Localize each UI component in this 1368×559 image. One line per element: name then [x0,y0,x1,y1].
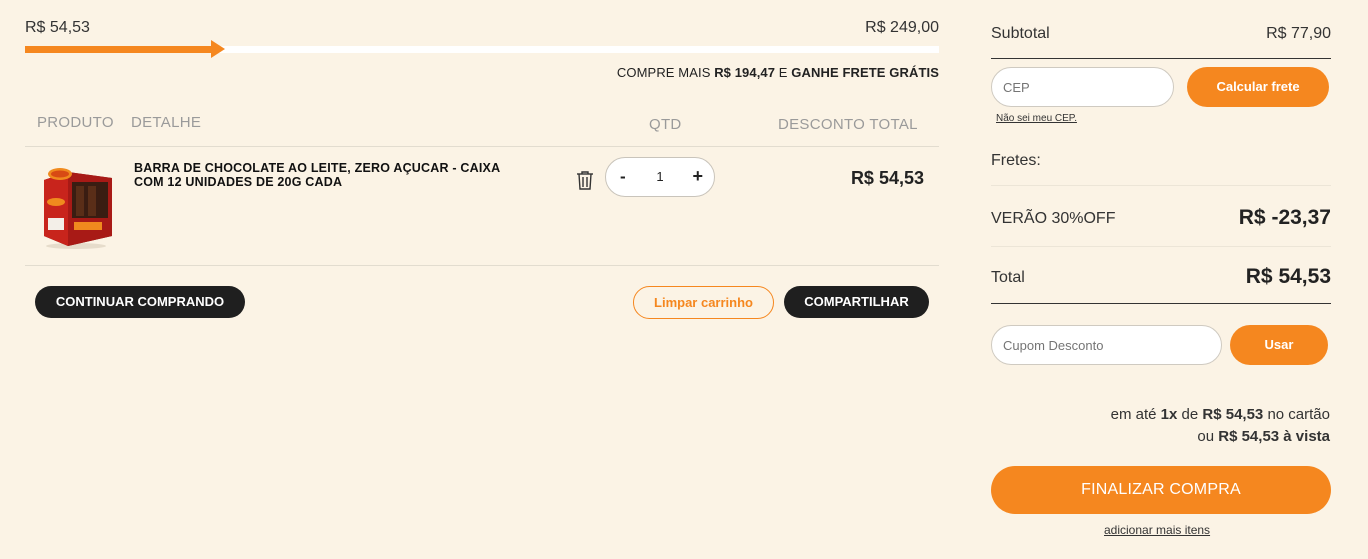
chocolate-box-product-image[interactable] [38,160,114,250]
total-label: Total [991,269,1025,286]
header-product: PRODUTO [37,114,114,131]
freights-divider [991,185,1331,186]
coupon-input[interactable] [991,325,1222,365]
installment-suffix: no cartão [1263,406,1330,423]
installment-info: em até 1x de R$ 54,53 no cartão [1111,406,1330,423]
message-suffix: GANHE FRETE GRÁTIS [791,65,939,80]
free-shipping-progress-bar [25,40,939,58]
total-divider [991,303,1331,304]
progress-arrow-icon [211,40,225,58]
installment-prefix: em até [1110,406,1161,423]
share-button[interactable]: COMPARTILHAR [784,286,929,318]
trash-icon[interactable] [574,169,596,191]
qty-increase-button[interactable]: + [692,166,703,187]
apply-coupon-button[interactable]: Usar [1230,325,1328,365]
quantity-stepper[interactable]: - 1 + [605,157,715,197]
subtotal-label: Subtotal [991,25,1050,42]
clear-cart-button[interactable]: Limpar carrinho [633,286,774,319]
header-detail: DETALHE [131,114,202,131]
cash-amount: R$ 54,53 à vista [1218,428,1330,445]
message-mid: E [775,65,792,80]
cash-prefix: ou [1197,428,1219,445]
add-more-items-link[interactable]: adicionar mais itens [1104,523,1210,537]
table-divider [25,146,939,147]
item-total-price: R$ 54,53 [850,168,924,188]
discount-label: VERÃO 30%OFF [991,210,1116,227]
progress-current-value: R$ 54,53 [25,19,90,36]
table-divider [25,265,939,266]
subtotal-divider [991,58,1331,59]
installment-mid: de [1177,406,1203,423]
subtotal-value: R$ 77,90 [1266,25,1331,42]
header-discount-total: DESCONTO TOTAL [778,116,918,133]
unknown-cep-link[interactable]: Não sei meu CEP. [996,113,1077,124]
freights-label: Fretes: [991,152,1041,169]
header-qty: QTD [649,116,682,133]
product-name[interactable]: BARRA DE CHOCOLATE AO LEITE, ZERO AÇUCAR… [134,161,504,189]
calculate-freight-button[interactable]: Calcular frete [1187,67,1329,107]
message-prefix: COMPRE MAIS [616,65,715,80]
discount-divider [991,246,1331,247]
cash-info: ou R$ 54,53 à vista [1197,428,1330,445]
installment-amount: R$ 54,53 [1202,406,1264,423]
total-value: R$ 54,53 [1245,265,1331,288]
free-shipping-message: COMPRE MAIS R$ 194,47 E GANHE FRETE GRÁT… [617,65,939,80]
discount-value: R$ -23,37 [1238,206,1331,229]
progress-fill [25,46,211,53]
cep-input[interactable] [991,67,1174,107]
finish-purchase-button[interactable]: FINALIZAR COMPRA [991,466,1331,514]
message-amount: R$ 194,47 [714,65,776,80]
progress-goal-value: R$ 249,00 [865,19,939,36]
continue-shopping-button[interactable]: CONTINUAR COMPRANDO [35,286,245,318]
installment-count: 1x [1160,406,1178,423]
